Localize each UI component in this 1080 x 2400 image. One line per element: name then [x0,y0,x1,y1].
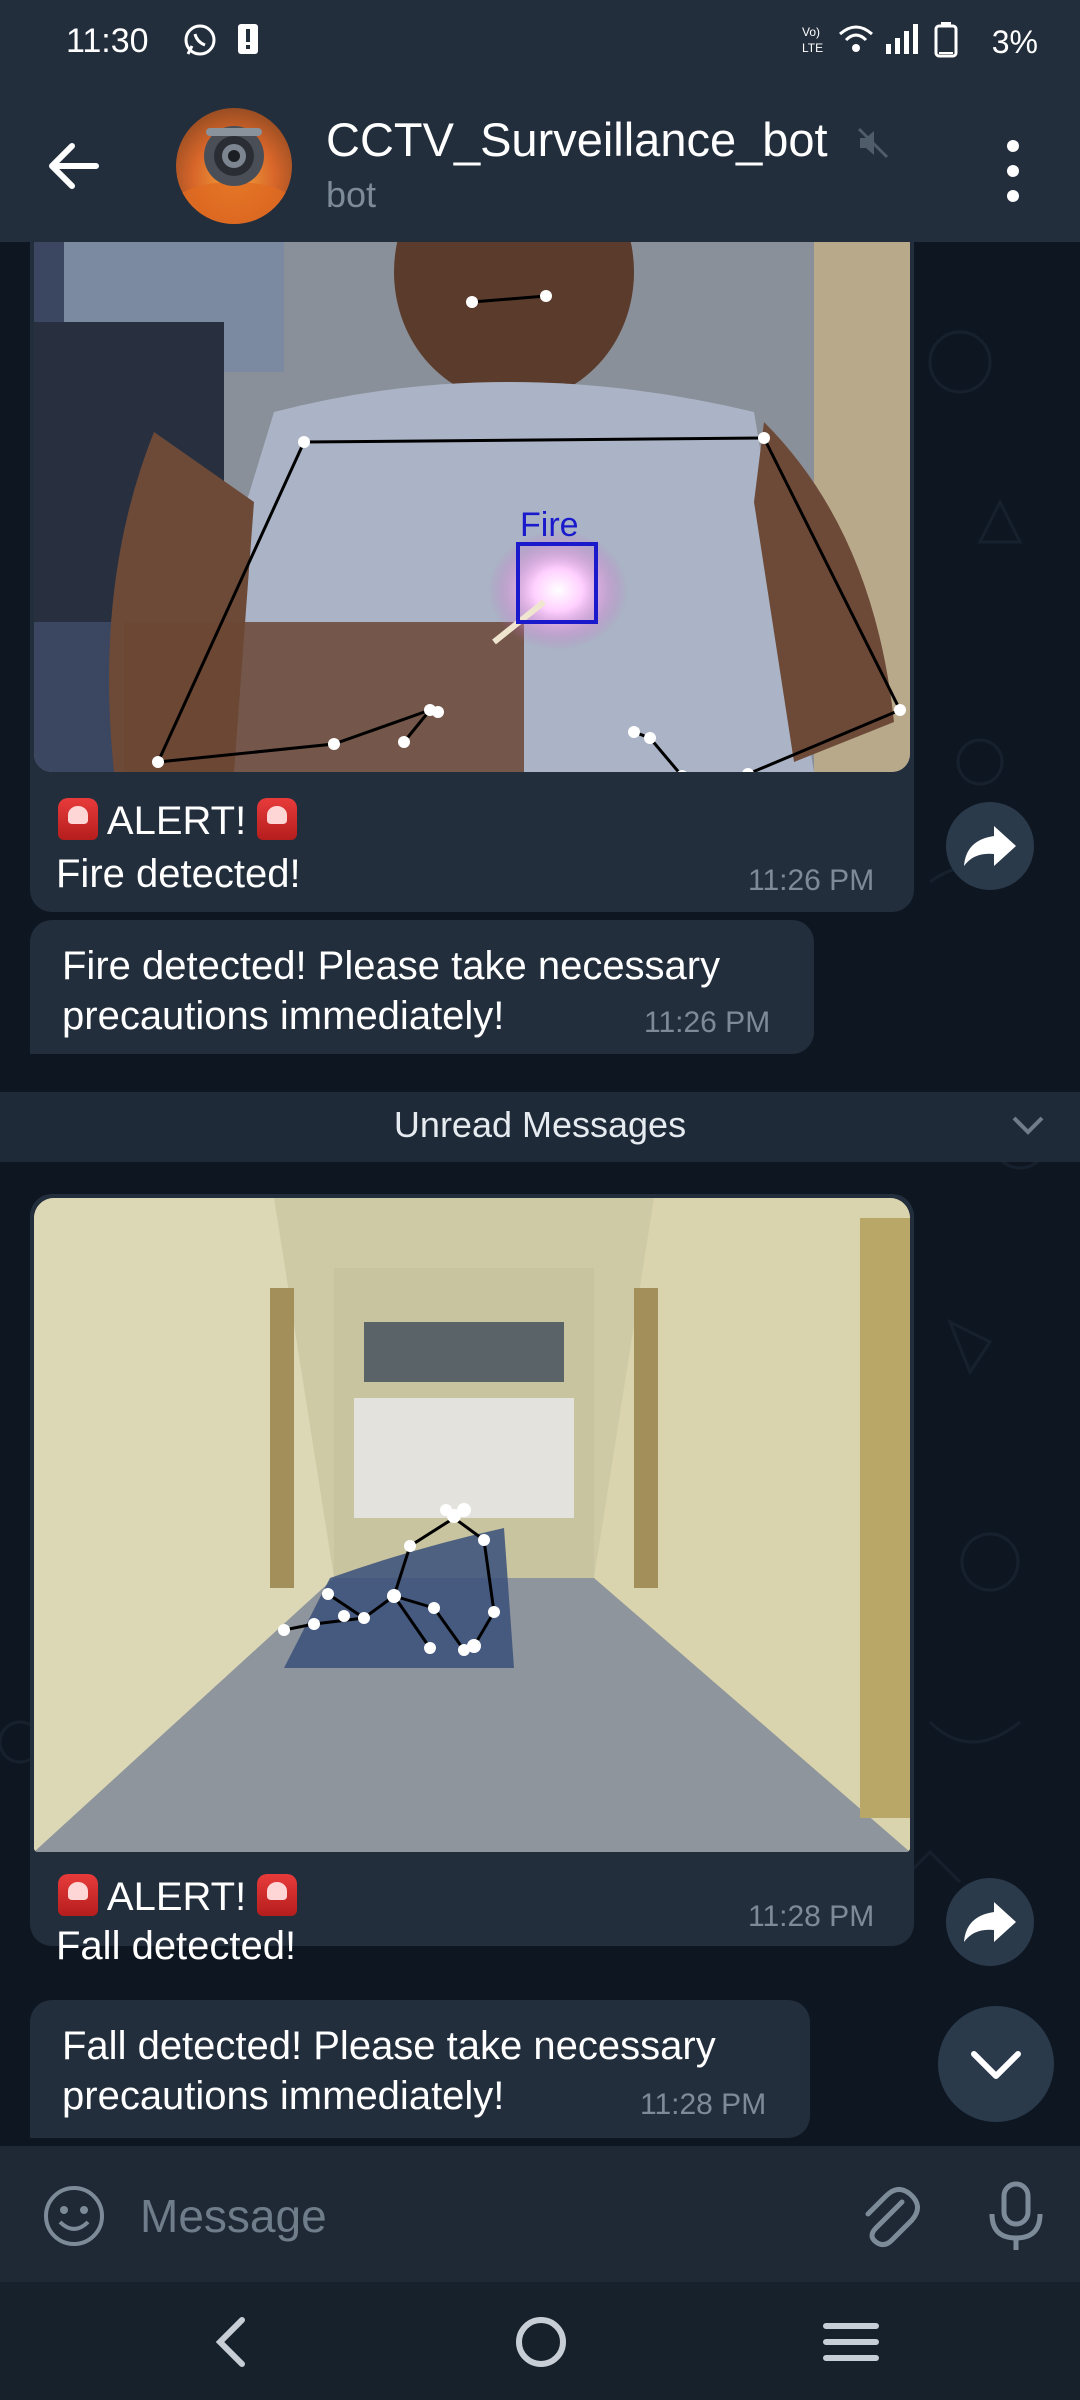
emoji-icon[interactable] [40,2182,108,2250]
message-text-line: Fall detected! Please take necessary [62,2024,716,2068]
message-input[interactable] [138,2180,822,2252]
chevron-down-icon [971,2051,1021,2079]
chevron-down-icon[interactable] [1010,1110,1046,1140]
photo-message-fall[interactable]: ALERT! Fall detected! 11:28 PM [30,1194,914,1968]
forward-arrow-icon [964,1902,1016,1942]
chat-messages-area[interactable]: Fire ALERT! Fire detected! 11:26 PM Fire… [0,242,1080,2146]
message-time: 11:28 PM [748,1900,875,1933]
cctv-camera-avatar-image [176,126,292,224]
system-navigation-bar [0,2282,1080,2400]
alert-caption-detail: Fire detected! [56,852,301,896]
fire-detection-image[interactable]: Fire [34,242,910,772]
message-time: 11:26 PM [644,1006,771,1039]
bot-avatar[interactable] [176,108,292,224]
forward-button[interactable] [946,802,1034,890]
forward-arrow-icon [964,826,1016,866]
microphone-icon[interactable] [976,2176,1056,2256]
police-light-emoji-icon [257,798,298,840]
photo-message-fire[interactable]: Fire ALERT! Fire detected! 11:26 PM [30,242,914,912]
volte-icon: Vo) LTE [802,25,823,55]
alert-caption-text: ALERT! [106,1875,247,1919]
chat-title[interactable]: CCTV_Surveillance_bot [326,112,828,167]
chat-subtitle: bot [326,174,377,215]
alert-caption-line: ALERT! [58,1874,298,1920]
nav-home-icon[interactable] [506,2310,576,2374]
fire-detection-label: Fire [520,506,579,544]
message-text-line: precautions immediately! [62,994,505,1038]
message-text-line: precautions immediately! [62,2074,505,2118]
whatsapp-icon [184,24,216,56]
unread-messages-divider: Unread Messages [0,1092,1080,1162]
text-message-fall[interactable]: Fall detected! Please take necessary pre… [30,2000,810,2138]
muted-speaker-icon [857,127,889,159]
unread-messages-label: Unread Messages [393,1104,687,1145]
message-time: 11:28 PM [640,2088,767,2121]
wifi-icon [839,25,873,52]
alert-caption-line: ALERT! [58,798,298,844]
message-time: 11:26 PM [748,864,875,897]
battery-icon [934,22,958,58]
battery-percent: 3% [991,24,1038,60]
message-composer [0,2146,1080,2282]
nav-back-icon[interactable] [196,2310,266,2374]
paperclip-icon[interactable] [848,2176,928,2256]
alert-caption-detail: Fall detected! [56,1924,297,1968]
nav-recents-icon[interactable] [816,2310,886,2374]
more-options-icon[interactable] [990,136,1036,206]
message-text-line: Fire detected! Please take necessary [62,944,721,988]
alert-notification-icon [238,24,258,54]
signal-icon [886,24,918,54]
fire-detection-photo: Fire [34,242,910,772]
status-bar: 11:30 Vo) LTE 3% [0,0,1080,90]
police-light-emoji-icon [257,1874,298,1916]
police-light-emoji-icon [58,1874,98,1916]
text-message-fire[interactable]: Fire detected! Please take necessary pre… [30,920,814,1054]
fall-detection-photo [34,1198,910,1852]
fall-detection-image[interactable] [34,1198,910,1852]
status-time: 11:30 [66,22,149,60]
back-arrow-icon[interactable] [36,128,112,204]
svg-text:Vo): Vo) [802,25,820,39]
svg-text:LTE: LTE [802,41,823,55]
alert-caption-text: ALERT! [106,799,247,843]
scroll-to-bottom-button[interactable] [938,2006,1054,2122]
police-light-emoji-icon [58,798,98,840]
forward-button[interactable] [946,1878,1034,1966]
chat-header: CCTV_Surveillance_bot bot [0,90,1080,242]
